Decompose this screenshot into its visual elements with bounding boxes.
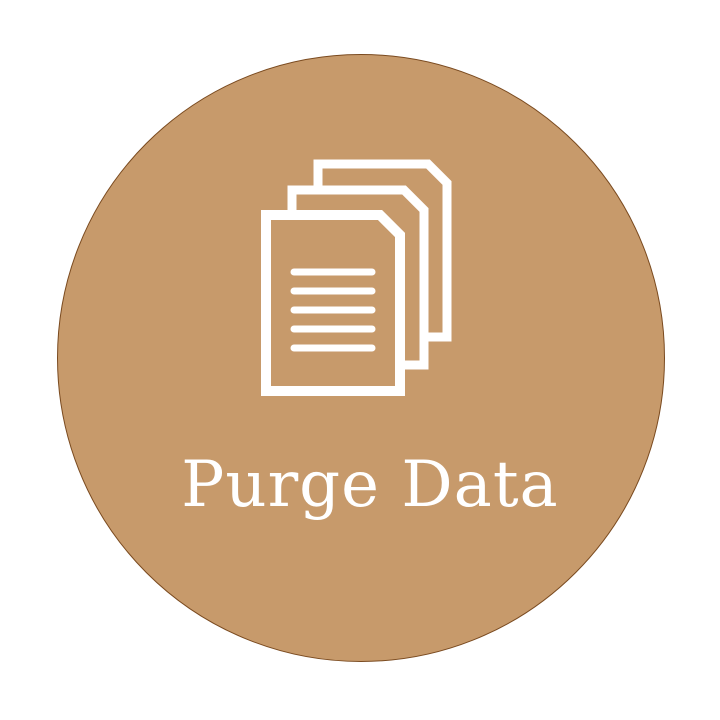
purge-data-badge-canvas: Purge Data [0, 0, 720, 720]
document-sheet-front [261, 210, 405, 396]
documents-stack-icon [261, 159, 452, 396]
purge-data-label: Purge Data [181, 448, 559, 522]
